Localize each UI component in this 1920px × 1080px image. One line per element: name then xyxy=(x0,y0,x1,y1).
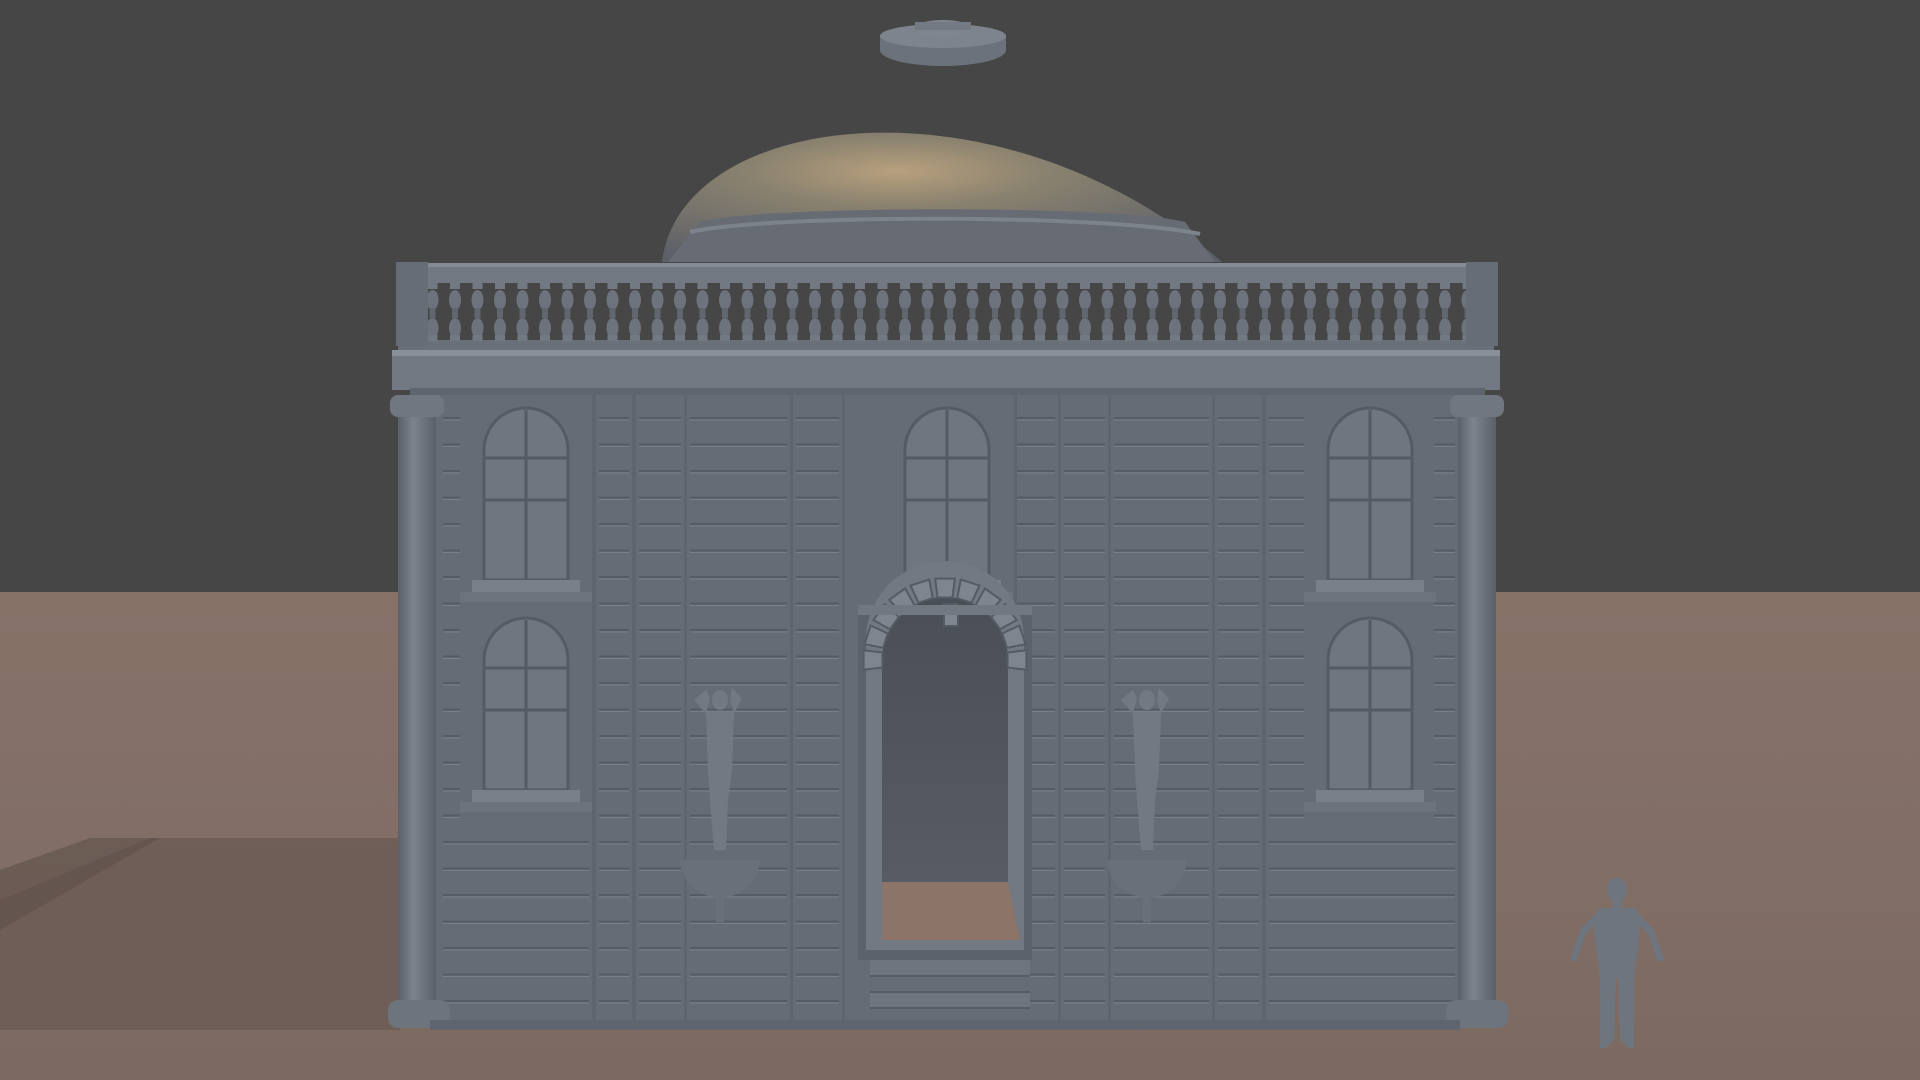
plinth xyxy=(430,1020,1460,1030)
render-viewport xyxy=(0,0,1920,1080)
arched-doorway xyxy=(858,561,1032,960)
arched-window xyxy=(1304,610,1436,820)
entrance-steps xyxy=(870,960,1030,1030)
arch-voussoir xyxy=(862,649,884,671)
arched-window xyxy=(460,610,592,820)
arch-voussoir xyxy=(1006,649,1028,671)
arched-window xyxy=(1304,400,1436,610)
cornice-highlight xyxy=(392,350,1500,356)
arched-window xyxy=(460,400,592,610)
cornice-band xyxy=(410,388,1485,396)
scene-svg xyxy=(0,0,1920,1080)
arch-voussoir xyxy=(934,577,956,599)
